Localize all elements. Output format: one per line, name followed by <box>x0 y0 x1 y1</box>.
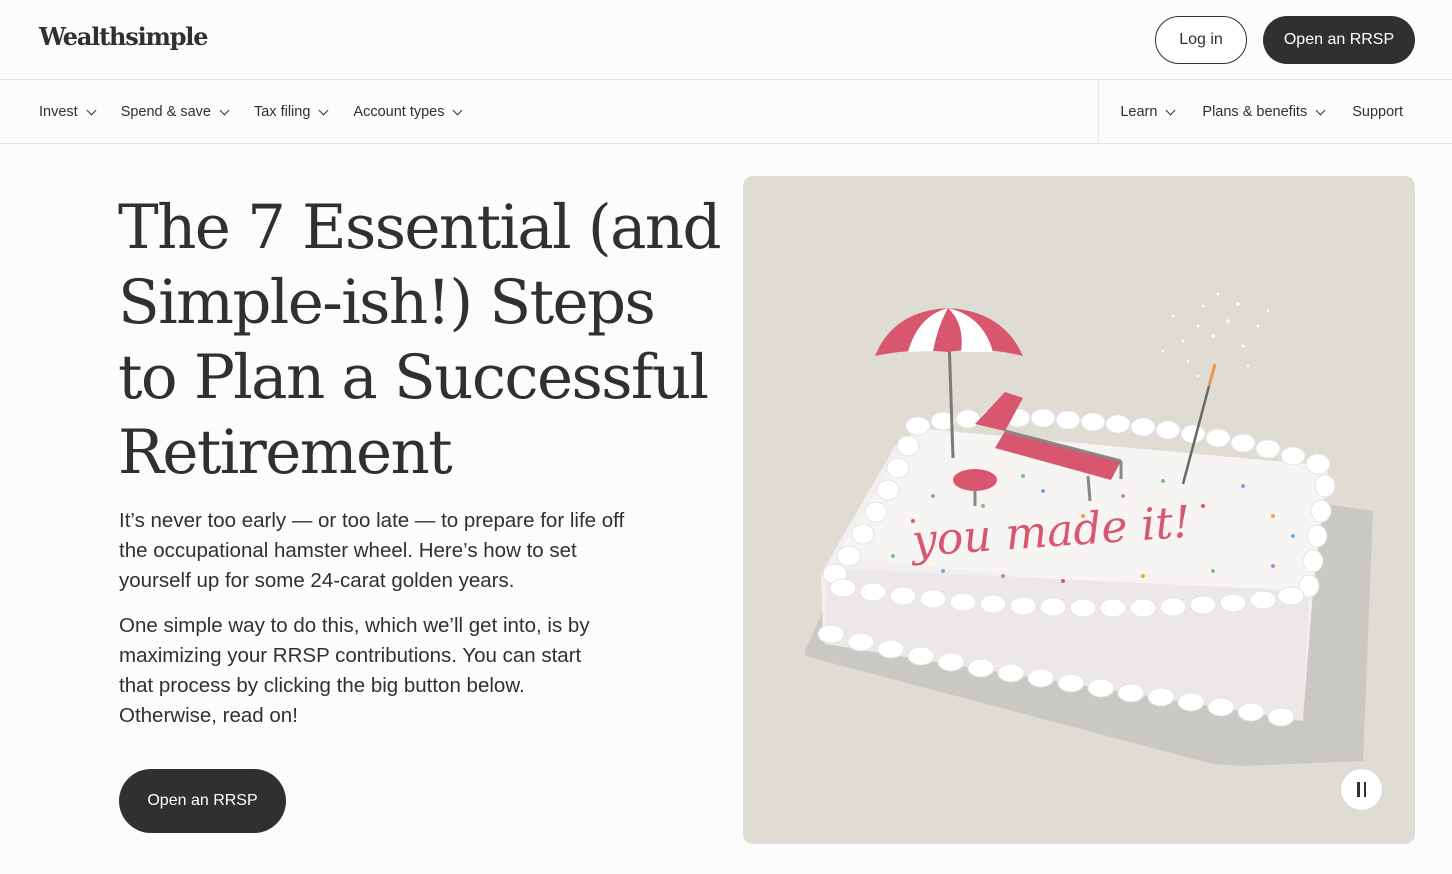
open-rrsp-cta-button[interactable]: Open an RRSP <box>119 769 286 833</box>
nav-left-group: Invest Spend & save Tax filing Account t… <box>39 80 487 144</box>
login-button[interactable]: Log in <box>1155 16 1247 64</box>
hero-animation: you made it! <box>743 176 1415 844</box>
hero-body-text: One simple way to do this, which we’ll g… <box>119 614 590 727</box>
chevron-down-icon <box>1165 105 1176 115</box>
nav-item-label: Learn <box>1120 104 1158 120</box>
nav-item-learn[interactable]: Learn <box>1120 104 1176 120</box>
main-nav: Invest Spend & save Tax filing Account t… <box>0 80 1452 144</box>
chevron-down-icon <box>318 105 329 115</box>
nav-item-label: Spend & save <box>120 104 211 120</box>
nav-right-group: Learn Plans & benefits Support <box>1120 80 1403 144</box>
chevron-down-icon <box>453 105 463 115</box>
nav-item-support[interactable]: Support <box>1352 104 1403 120</box>
pause-icon <box>1357 782 1360 797</box>
chevron-down-icon <box>219 105 230 115</box>
nav-item-label: Invest <box>39 104 78 120</box>
nav-item-label: Tax filing <box>253 104 311 120</box>
top-header: Wealthsimple Log in Open an RRSP <box>0 0 1452 80</box>
nav-item-label: Plans & benefits <box>1202 104 1308 120</box>
nav-item-label: Account types <box>353 104 445 120</box>
nav-divider <box>1098 80 1099 144</box>
open-rrsp-header-button[interactable]: Open an RRSP <box>1263 16 1415 64</box>
nav-item-plans-benefits[interactable]: Plans & benefits <box>1202 104 1326 120</box>
nav-item-tax-filing[interactable]: Tax filing <box>253 104 329 120</box>
umbrella-canopy <box>875 308 1023 356</box>
page-title: The 7 Essential (and Simple-ish!) Steps … <box>118 192 722 488</box>
pause-button[interactable] <box>1340 768 1383 811</box>
side-table <box>953 469 997 491</box>
chevron-down-icon <box>1315 105 1326 115</box>
hero-intro-text: It’s never too early — or too late — to … <box>119 509 625 592</box>
nav-item-spend-save[interactable]: Spend & save <box>120 104 230 120</box>
cake-illustration: you made it! <box>805 292 1373 766</box>
nav-item-invest[interactable]: Invest <box>39 104 97 120</box>
wealthsimple-logo[interactable]: Wealthsimple <box>39 22 208 51</box>
nav-item-label: Support <box>1352 104 1403 120</box>
chevron-down-icon <box>86 105 97 115</box>
nav-item-account-types[interactable]: Account types <box>353 104 463 120</box>
